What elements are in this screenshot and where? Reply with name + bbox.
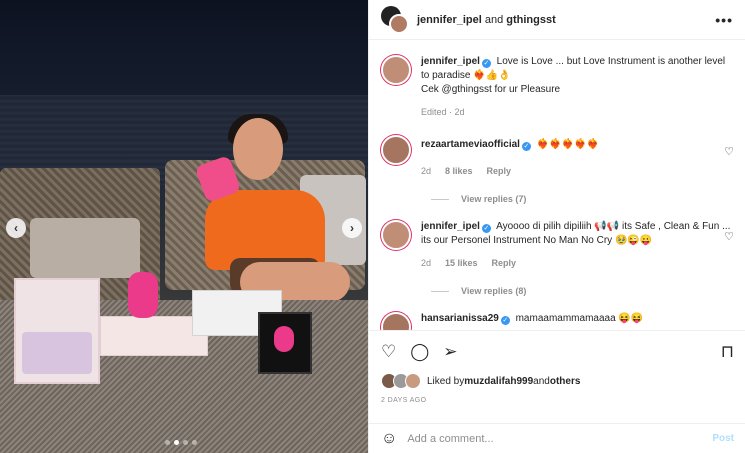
carousel-dot-active bbox=[174, 440, 179, 445]
avatar[interactable] bbox=[381, 220, 411, 250]
carousel-dot bbox=[192, 440, 197, 445]
avatar[interactable] bbox=[381, 55, 411, 85]
view-replies-label: View replies (8) bbox=[461, 286, 527, 296]
collab-avatars[interactable] bbox=[381, 5, 409, 34]
view-replies-button[interactable]: View replies (8) bbox=[431, 286, 734, 296]
previous-slide-button[interactable]: ‹ bbox=[6, 218, 26, 238]
reply-button[interactable]: Reply bbox=[487, 164, 512, 178]
liked-by-joiner: and bbox=[533, 375, 550, 387]
carousel-dot bbox=[183, 440, 188, 445]
chevron-left-icon: ‹ bbox=[14, 221, 18, 235]
comment-text: ❤️‍🔥❤️‍🔥❤️‍🔥❤️‍🔥❤️‍🔥 bbox=[533, 139, 599, 150]
emoji-picker-icon[interactable]: ☺ bbox=[381, 430, 397, 448]
more-options-icon[interactable]: ••• bbox=[715, 12, 733, 28]
post-date[interactable]: 2 DAYS AGO bbox=[381, 397, 734, 404]
comment-time: 2d bbox=[421, 258, 432, 268]
view-replies-button[interactable]: View replies (7) bbox=[431, 194, 734, 204]
header-user-link[interactable]: gthingsst bbox=[506, 14, 556, 26]
comment-item: rezaartameviaofficial ✓ ❤️‍🔥❤️‍🔥❤️‍🔥❤️‍🔥❤… bbox=[381, 135, 734, 178]
view-replies-label: View replies (7) bbox=[461, 194, 527, 204]
avatar bbox=[389, 13, 409, 34]
post-actions: ♡ ◯ ➢ ⊓ Liked by muzdalifah999 and other… bbox=[369, 330, 745, 404]
liked-by: Liked by muzdalifah999 and others bbox=[381, 373, 734, 389]
liked-by-label: Liked by bbox=[427, 375, 465, 387]
username-link[interactable]: jennifer_ipel bbox=[421, 56, 480, 67]
comment-likes[interactable]: 15 likes bbox=[445, 256, 478, 270]
comment-icon[interactable]: ◯ bbox=[410, 342, 429, 362]
reply-button[interactable]: Reply bbox=[492, 256, 517, 270]
header-joiner: and bbox=[481, 13, 507, 26]
verified-badge-icon: ✓ bbox=[481, 59, 491, 68]
header-usernames: jennifer_ipel and gthingsst bbox=[417, 14, 556, 26]
post-side-panel: jennifer_ipel and gthingsst ••• jennifer… bbox=[368, 0, 745, 453]
verified-badge-icon: ✓ bbox=[500, 316, 510, 325]
caption-meta: Edited · 2d bbox=[421, 107, 465, 117]
like-heart-icon[interactable]: ♡ bbox=[381, 342, 396, 362]
next-slide-button[interactable]: › bbox=[342, 218, 362, 238]
person-head bbox=[233, 118, 283, 180]
caption: jennifer_ipel ✓ Love is Love ... but Love… bbox=[381, 55, 734, 119]
likers-others-link[interactable]: others bbox=[550, 376, 581, 387]
pink-product bbox=[128, 272, 158, 318]
comment-item: jennifer_ipel ✓ Ayoooo di pilih dipiliih … bbox=[381, 220, 734, 270]
username-link[interactable]: jennifer_ipel bbox=[421, 221, 480, 232]
post-button[interactable]: Post bbox=[712, 433, 734, 444]
chair-cushion bbox=[30, 218, 140, 278]
verified-badge-icon: ✓ bbox=[521, 142, 531, 151]
like-comment-heart-icon[interactable]: ♡ bbox=[724, 230, 734, 243]
liker-username-link[interactable]: muzdalifah999 bbox=[464, 376, 533, 387]
like-comment-heart-icon[interactable]: ♡ bbox=[724, 145, 734, 158]
post-header: jennifer_ipel and gthingsst ••• bbox=[369, 0, 745, 40]
comment-input[interactable]: Add a comment... bbox=[407, 433, 712, 445]
header-user-link[interactable]: jennifer_ipel bbox=[417, 14, 482, 26]
comments-list[interactable]: jennifer_ipel ✓ Love is Love ... but Love… bbox=[369, 41, 745, 330]
add-comment-bar: ☺ Add a comment... Post bbox=[369, 423, 745, 453]
caption-text-line2: Cek @gthingsst for ur Pleasure bbox=[421, 84, 561, 95]
bookmark-icon[interactable]: ⊓ bbox=[721, 342, 734, 362]
comment-item: hansarianissa29 ✓ mamaamammamaaaa 😝😝 bbox=[381, 312, 734, 330]
post-media[interactable]: ‹ › bbox=[0, 0, 368, 453]
product-box-1 bbox=[14, 278, 100, 384]
carousel-dot bbox=[165, 440, 170, 445]
share-icon[interactable]: ➢ bbox=[443, 342, 457, 362]
product-box-4 bbox=[258, 312, 312, 374]
verified-badge-icon: ✓ bbox=[481, 224, 491, 233]
carousel-dots bbox=[165, 440, 197, 445]
liker-avatars[interactable] bbox=[381, 373, 421, 389]
chevron-right-icon: › bbox=[350, 221, 354, 235]
comment-time: 2d bbox=[421, 166, 432, 176]
avatar[interactable] bbox=[381, 312, 411, 330]
comment-likes[interactable]: 8 likes bbox=[445, 164, 473, 178]
username-link[interactable]: hansarianissa29 bbox=[421, 313, 499, 324]
avatar[interactable] bbox=[381, 135, 411, 165]
comment-text: mamaamammamaaaa 😝😝 bbox=[512, 313, 644, 324]
username-link[interactable]: rezaartameviaofficial bbox=[421, 139, 520, 150]
